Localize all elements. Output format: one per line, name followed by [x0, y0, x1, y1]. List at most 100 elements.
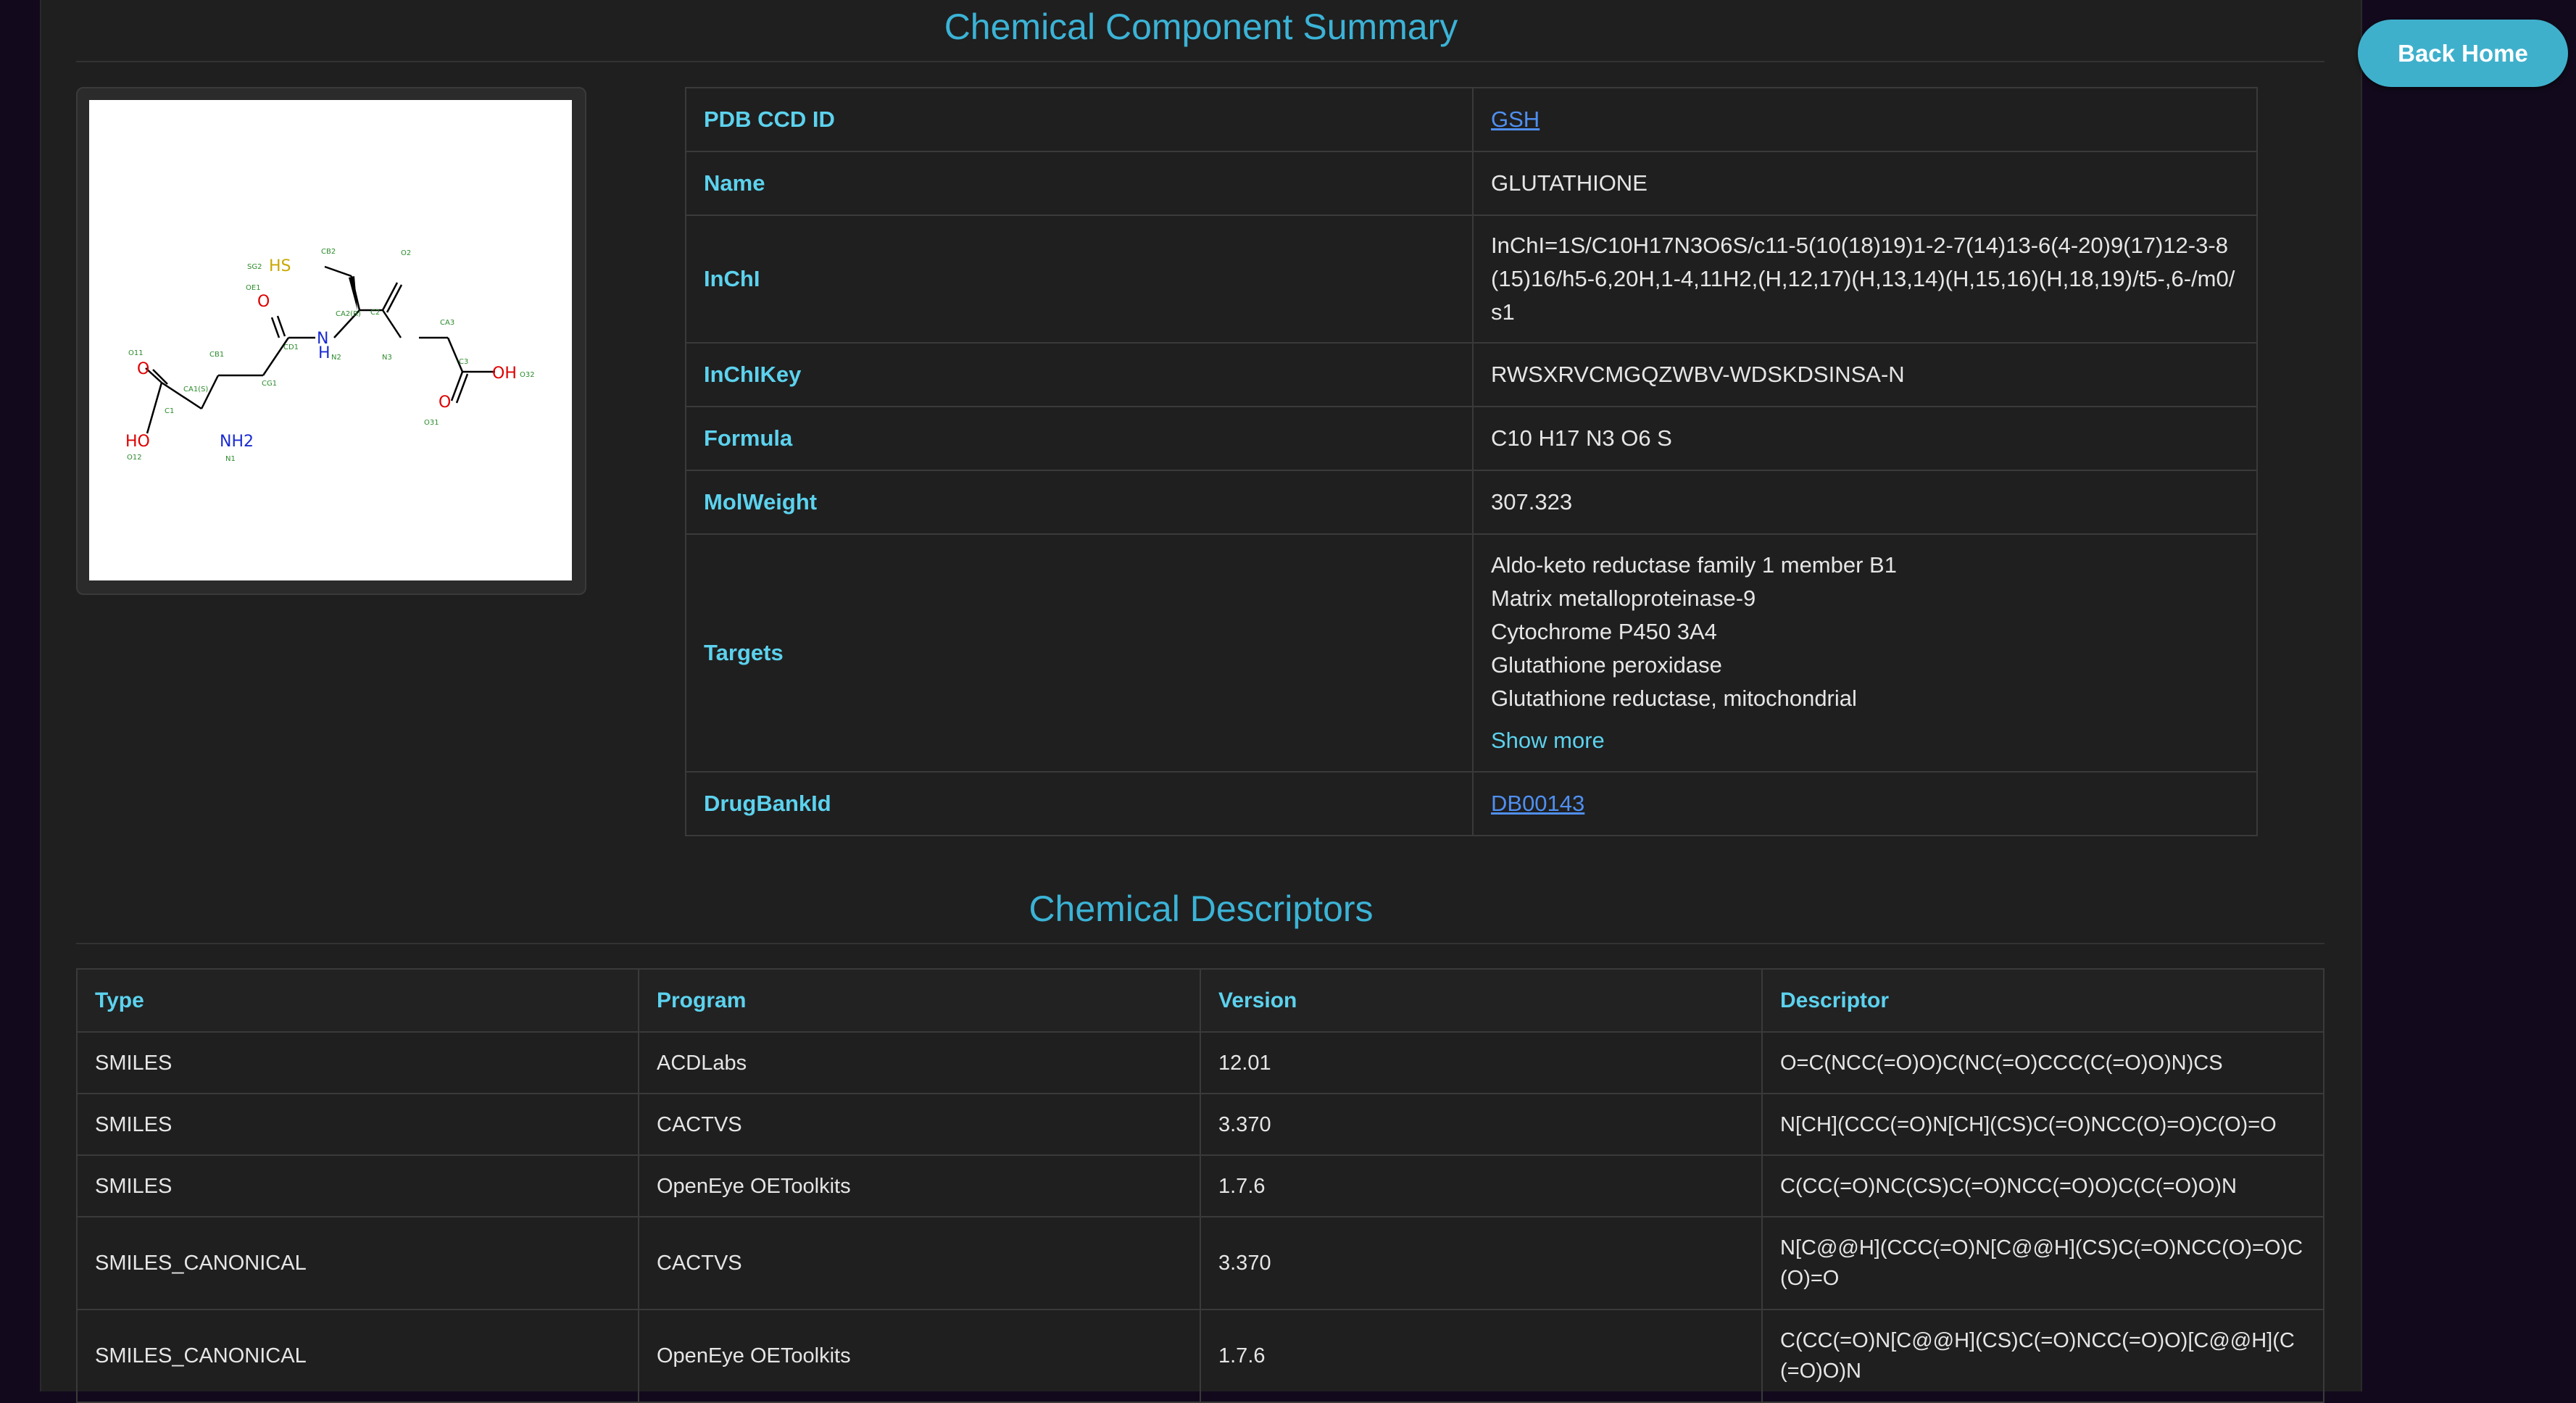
svg-text:O: O [137, 360, 149, 378]
svg-text:O31: O31 [424, 419, 439, 427]
svg-text:N3: N3 [382, 354, 392, 362]
summary-value: C10 H17 N3 O6 S [1472, 406, 2258, 471]
svg-text:CB2: CB2 [321, 248, 336, 256]
cell-program: OpenEye OEToolkits [638, 1309, 1201, 1403]
summary-table: PDB CCD ID GSH Name GLUTATHIONE InChI In… [685, 87, 2258, 836]
table-row: SMILES_CANONICAL OpenEye OEToolkits 1.7.… [76, 1309, 2324, 1403]
descriptors-table: Type Program Version Descriptor SMILES A… [76, 968, 2324, 1403]
summary-row-inchi: InChI InChI=1S/C10H17N3O6S/c11-5(10(18)1… [685, 215, 2258, 344]
show-more-link[interactable]: Show more [1491, 724, 1605, 757]
table-row: SMILES_CANONICAL CACTVS 3.370 N[C@@H](CC… [76, 1216, 2324, 1310]
svg-text:N1: N1 [225, 455, 236, 463]
summary-value: GLUTATHIONE [1472, 151, 2258, 216]
drugbank-link[interactable]: DB00143 [1491, 791, 1584, 816]
descriptors-title: Chemical Descriptors [1029, 888, 1374, 929]
svg-text:O: O [257, 293, 270, 311]
svg-text:SG2: SG2 [247, 263, 262, 271]
summary-row-name: Name GLUTATHIONE [685, 151, 2258, 216]
svg-text:O: O [439, 394, 451, 412]
cell-type: SMILES_CANONICAL [76, 1309, 639, 1403]
summary-key: Formula [685, 406, 1474, 471]
summary-row-formula: Formula C10 H17 N3 O6 S [685, 406, 2258, 471]
svg-text:CB1: CB1 [209, 351, 224, 359]
cell-type: SMILES [76, 1154, 639, 1217]
column-header-program: Program [638, 968, 1201, 1033]
svg-text:C2: C2 [370, 309, 380, 317]
column-header-descriptor: Descriptor [1761, 968, 2324, 1033]
svg-text:CG1: CG1 [262, 380, 277, 388]
target-item: Glutathione reductase, mitochondrial [1491, 686, 1857, 711]
svg-text:OE1: OE1 [246, 284, 261, 292]
cell-descriptor: C(CC(=O)N[C@@H](CS)C(=O)NCC(=O)O)[C@@H](… [1761, 1309, 2324, 1403]
svg-text:O32: O32 [520, 371, 535, 379]
svg-text:HS: HS [269, 257, 291, 275]
cell-descriptor: N[C@@H](CCC(=O)N[C@@H](CS)C(=O)NCC(O)=O)… [1761, 1216, 2324, 1310]
cell-descriptor: C(CC(=O)NC(CS)C(=O)NCC(=O)O)C(C(=O)O)N [1761, 1154, 2324, 1217]
summary-key: DrugBankId [685, 771, 1474, 836]
svg-text:CA3: CA3 [440, 319, 454, 327]
svg-text:CA1(S): CA1(S) [183, 386, 208, 394]
cell-program: CACTVS [638, 1216, 1201, 1310]
cell-descriptor: N[CH](CCC(=O)N[CH](CS)C(=O)NCC(O)=O)C(O)… [1761, 1093, 2324, 1156]
svg-text:HO: HO [125, 433, 150, 451]
target-item: Aldo-keto reductase family 1 member B1 [1491, 552, 1897, 578]
cell-program: ACDLabs [638, 1031, 1201, 1094]
molecule-diagram: SG2 HS CB2 O2 OE1 O CA2(R) C2 CB1 CD1 N … [125, 248, 535, 463]
summary-title: Chemical Component Summary [944, 7, 1458, 47]
target-item: Glutathione peroxidase [1491, 652, 1722, 678]
summary-value: GSH [1472, 87, 2258, 152]
target-item: Cytochrome P450 3A4 [1491, 619, 1717, 644]
svg-text:O12: O12 [127, 454, 142, 462]
table-row: SMILES ACDLabs 12.01 O=C(NCC(=O)O)C(NC(=… [76, 1031, 2324, 1094]
cell-program: CACTVS [638, 1093, 1201, 1156]
summary-value: InChI=1S/C10H17N3O6S/c11-5(10(18)19)1-2-… [1472, 215, 2258, 344]
summary-value: 307.323 [1472, 470, 2258, 535]
descriptors-divider [76, 943, 2324, 944]
cell-program: OpenEye OEToolkits [638, 1154, 1201, 1217]
summary-row-inchikey: InChIKey RWSXRVCMGQZWBV-WDSKDSINSA-N [685, 342, 2258, 407]
descriptors-header-row: Type Program Version Descriptor [76, 968, 2324, 1033]
summary-key: InChI [685, 215, 1474, 344]
summary-row-targets: Targets Aldo-keto reductase family 1 mem… [685, 533, 2258, 773]
cell-descriptor: O=C(NCC(=O)O)C(NC(=O)CCC(C(=O)O)N)CS [1761, 1031, 2324, 1094]
cell-version: 3.370 [1200, 1093, 1763, 1156]
table-row: SMILES OpenEye OEToolkits 1.7.6 C(CC(=O)… [76, 1154, 2324, 1217]
summary-divider [76, 61, 2324, 62]
svg-text:C1: C1 [165, 407, 174, 415]
svg-text:OH: OH [492, 365, 517, 383]
svg-text:C3: C3 [459, 358, 468, 366]
svg-text:NH2: NH2 [220, 433, 254, 451]
svg-text:CD1: CD1 [283, 344, 299, 351]
summary-row-pdb-ccd-id: PDB CCD ID GSH [685, 87, 2258, 152]
summary-row-drugbank: DrugBankId DB00143 [685, 771, 2258, 836]
molecule-image-card: SG2 HS CB2 O2 OE1 O CA2(R) C2 CB1 CD1 N … [76, 87, 586, 595]
cell-version: 1.7.6 [1200, 1309, 1763, 1403]
back-home-button[interactable]: Back Home [2358, 20, 2568, 87]
cell-type: SMILES_CANONICAL [76, 1216, 639, 1310]
main-panel: Chemical Component Summary SG2 HS CB2 O2… [40, 0, 2362, 1403]
svg-text:O11: O11 [128, 349, 144, 357]
table-row: SMILES CACTVS 3.370 N[CH](CCC(=O)N[CH](C… [76, 1093, 2324, 1156]
target-item: Matrix metalloproteinase-9 [1491, 586, 1756, 611]
summary-key: MolWeight [685, 470, 1474, 535]
column-header-version: Version [1200, 968, 1763, 1033]
summary-key: PDB CCD ID [685, 87, 1474, 152]
cell-version: 12.01 [1200, 1031, 1763, 1094]
summary-key: Name [685, 151, 1474, 216]
summary-key: InChIKey [685, 342, 1474, 407]
pdb-ccd-id-link[interactable]: GSH [1491, 107, 1540, 132]
summary-row-molweight: MolWeight 307.323 [685, 470, 2258, 535]
molecule-atom-labels: SG2 HS CB2 O2 OE1 O CA2(R) C2 CB1 CD1 N … [125, 248, 535, 463]
summary-value: Aldo-keto reductase family 1 member B1 M… [1472, 533, 2258, 773]
cell-version: 1.7.6 [1200, 1154, 1763, 1217]
summary-value: DB00143 [1472, 771, 2258, 836]
svg-text:CA2(R): CA2(R) [336, 310, 361, 318]
summary-key: Targets [685, 533, 1474, 773]
cell-type: SMILES [76, 1031, 639, 1094]
molecule-structure-image: SG2 HS CB2 O2 OE1 O CA2(R) C2 CB1 CD1 N … [89, 100, 572, 580]
svg-text:H: H [318, 344, 331, 362]
svg-text:N2: N2 [331, 354, 341, 362]
column-header-type: Type [76, 968, 639, 1033]
summary-value: RWSXRVCMGQZWBV-WDSKDSINSA-N [1472, 342, 2258, 407]
cell-version: 3.370 [1200, 1216, 1763, 1310]
